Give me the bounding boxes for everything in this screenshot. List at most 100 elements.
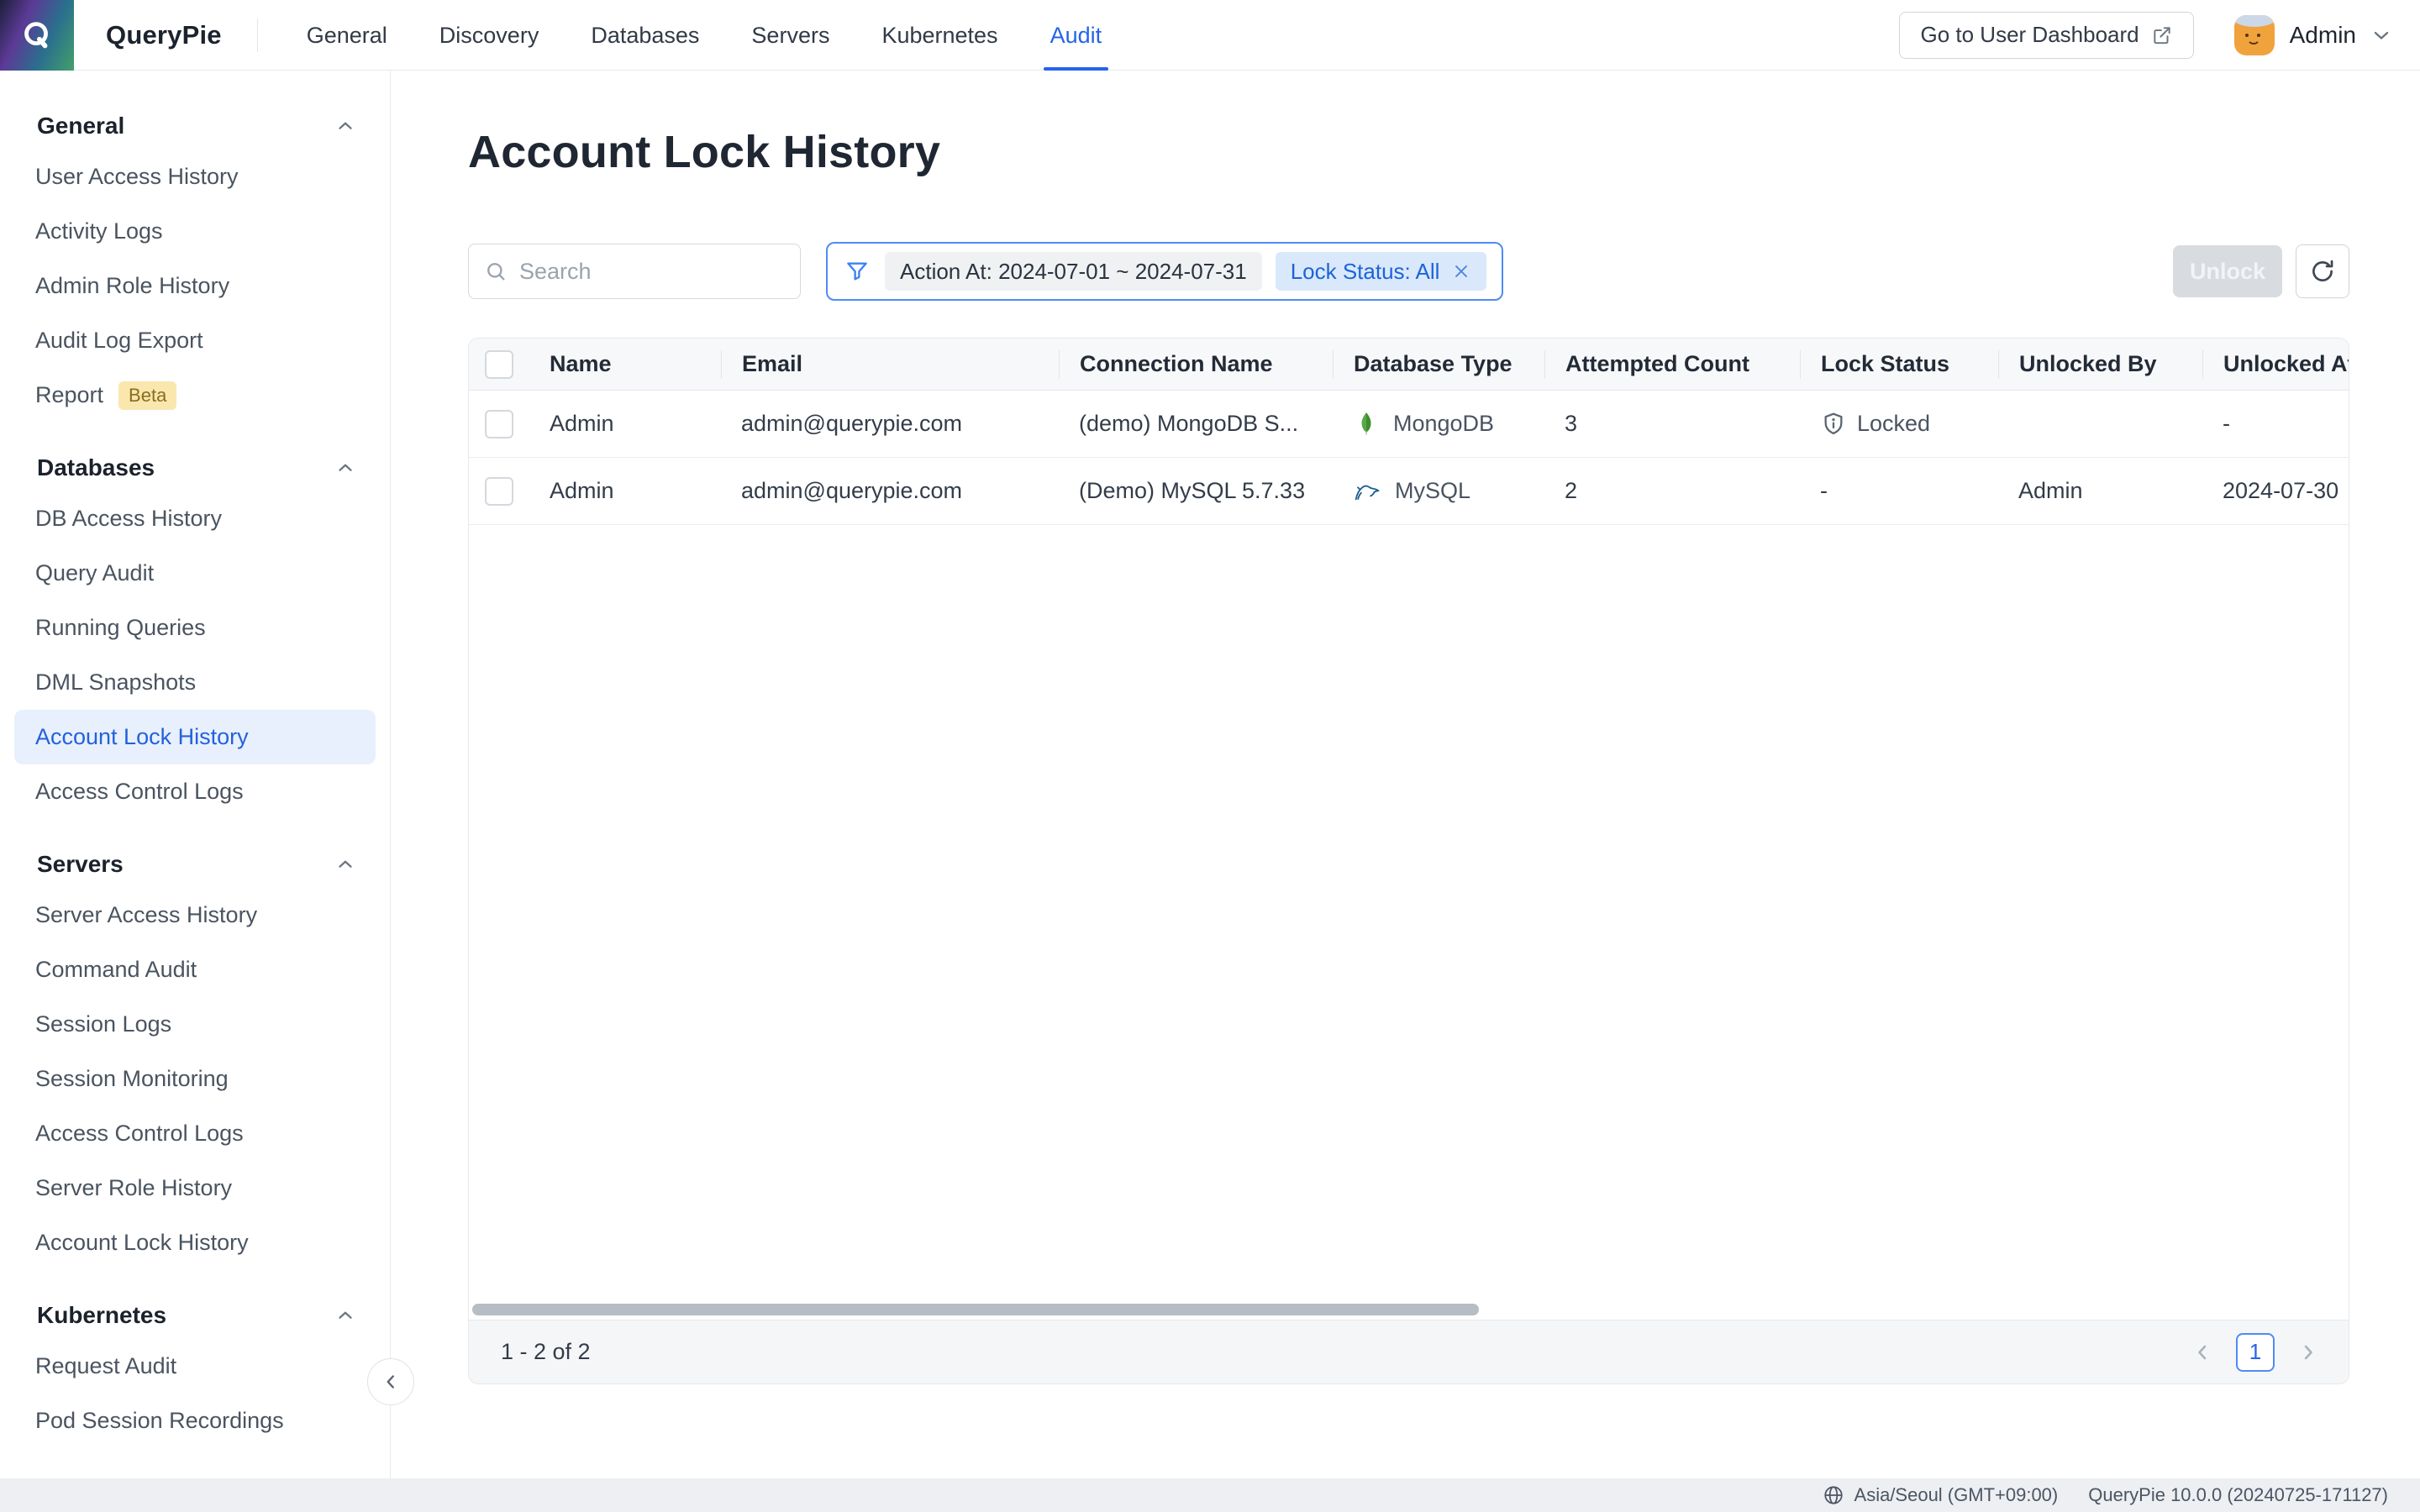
section-title: Kubernetes <box>37 1302 166 1329</box>
sidebar-item-request-audit[interactable]: Request Audit <box>14 1339 376 1394</box>
refresh-button[interactable] <box>2296 244 2349 298</box>
cell-connection-name: (Demo) MySQL 5.7.33 <box>1059 478 1333 504</box>
brand-title: QueryPie <box>106 20 222 50</box>
sidebar-item-server-role-history[interactable]: Server Role History <box>14 1161 376 1215</box>
mysql-icon <box>1353 477 1381 506</box>
table-empty-area <box>469 525 2349 1301</box>
sidebar-item-audit-log-export[interactable]: Audit Log Export <box>14 313 376 368</box>
sidebar-item-label: Session Monitoring <box>35 1066 229 1092</box>
prev-page-button[interactable] <box>2187 1337 2217 1368</box>
sidebar-item-pod-session-recordings[interactable]: Pod Session Recordings <box>14 1394 376 1448</box>
cell-attempted-count: 2 <box>1544 478 1800 504</box>
sidebar-item-label: DML Snapshots <box>35 669 196 696</box>
nav-tab-servers[interactable]: Servers <box>751 0 829 71</box>
user-name: Admin <box>2290 22 2356 49</box>
sidebar-item-report[interactable]: ReportBeta <box>14 368 376 423</box>
cell-lock-status: Locked <box>1800 411 1998 438</box>
sidebar-section-header-general[interactable]: General <box>0 102 390 150</box>
close-icon[interactable] <box>1451 261 1471 281</box>
sidebar-item-access-control-logs[interactable]: Access Control Logs <box>14 764 376 819</box>
chevron-up-icon <box>334 853 356 875</box>
chevron-up-icon <box>334 115 356 137</box>
filter-chip-1[interactable]: Lock Status: All <box>1276 252 1487 291</box>
search-box <box>468 244 801 299</box>
column-header-attempted-count: Attempted Count <box>1544 350 1800 379</box>
sidebar-item-label: User Access History <box>35 164 239 190</box>
sidebar-item-running-queries[interactable]: Running Queries <box>14 601 376 655</box>
unlock-button[interactable]: Unlock <box>2173 245 2282 297</box>
next-page-button[interactable] <box>2293 1337 2323 1368</box>
horizontal-scrollbar <box>469 1301 2349 1320</box>
sidebar-section-header-databases[interactable]: Databases <box>0 444 390 491</box>
sidebar-collapse-button[interactable] <box>367 1358 414 1405</box>
cell-name: Admin <box>529 411 721 437</box>
sidebar-section-general: General User Access History Activity Logs A… <box>0 102 390 423</box>
go-to-user-dashboard-label: Go to User Dashboard <box>1920 22 2139 48</box>
nav-tab-audit[interactable]: Audit <box>1050 0 1102 71</box>
sidebar-item-label: Session Logs <box>35 1011 171 1037</box>
cell-lock-status: - <box>1800 478 1998 504</box>
topbar-divider <box>257 18 258 52</box>
cell-email: admin@querypie.com <box>721 478 1059 504</box>
sidebar-item-admin-role-history[interactable]: Admin Role History <box>14 259 376 313</box>
section-title: Servers <box>37 851 124 878</box>
sidebar-section-header-kubernetes[interactable]: Kubernetes <box>0 1292 390 1339</box>
table-row[interactable]: Adminadmin@querypie.com(Demo) MySQL 5.7.… <box>469 458 2349 525</box>
nav-tab-discovery[interactable]: Discovery <box>439 0 539 71</box>
chevron-down-icon[interactable] <box>2370 24 2393 47</box>
section-title: Databases <box>37 454 155 481</box>
funnel-icon <box>844 259 870 284</box>
page-number-button[interactable]: 1 <box>2236 1333 2275 1372</box>
table-row[interactable]: Adminadmin@querypie.com(demo) MongoDB S.… <box>469 391 2349 458</box>
cell-database-type: MongoDB <box>1333 411 1544 438</box>
sidebar-item-server-access-history[interactable]: Server Access History <box>14 888 376 942</box>
column-header-name: Name <box>529 350 721 379</box>
table-footer: 1 - 2 of 2 1 <box>469 1320 2349 1383</box>
pagination: 1 <box>2187 1333 2323 1372</box>
search-input[interactable] <box>519 259 785 285</box>
row-checkbox[interactable] <box>485 477 513 506</box>
sidebar-item-account-lock-history[interactable]: Account Lock History <box>14 1215 376 1270</box>
select-all-checkbox[interactable] <box>485 350 513 379</box>
refresh-icon <box>2308 257 2337 286</box>
sidebar-section-servers: Servers Server Access History Command Audi… <box>0 841 390 1270</box>
row-range-label: 1 - 2 of 2 <box>501 1339 591 1365</box>
controls-row: Action At: 2024-07-01 ~ 2024-07-31 Lock S… <box>468 242 2349 301</box>
nav-tab-general[interactable]: General <box>307 0 387 71</box>
table-card: NameEmailConnection NameDatabase TypeAtt… <box>468 338 2349 1384</box>
column-header-email: Email <box>721 350 1059 379</box>
chevron-left-icon <box>380 1371 402 1393</box>
sidebar-item-label: Admin Role History <box>35 273 229 299</box>
sidebar-item-session-monitoring[interactable]: Session Monitoring <box>14 1052 376 1106</box>
sidebar-item-query-audit[interactable]: Query Audit <box>14 546 376 601</box>
cell-connection-name: (demo) MongoDB S... <box>1059 411 1333 437</box>
scrollbar-thumb[interactable] <box>472 1304 1479 1315</box>
sidebar-section-header-servers[interactable]: Servers <box>0 841 390 888</box>
nav-tab-kubernetes[interactable]: Kubernetes <box>881 0 997 71</box>
sidebar-item-db-access-history[interactable]: DB Access History <box>14 491 376 546</box>
row-checkbox[interactable] <box>485 410 513 438</box>
nav-tab-databases[interactable]: Databases <box>591 0 699 71</box>
status-bar: Asia/Seoul (GMT+09:00) QueryPie 10.0.0 (… <box>0 1478 2420 1512</box>
topbar-right: Go to User Dashboard Admin <box>1899 12 2420 59</box>
sidebar-item-activity-logs[interactable]: Activity Logs <box>14 204 376 259</box>
user-avatar[interactable] <box>2234 15 2275 55</box>
sidebar-item-account-lock-history[interactable]: Account Lock History <box>14 710 376 764</box>
sidebar-item-label: DB Access History <box>35 506 222 532</box>
sidebar-item-session-logs[interactable]: Session Logs <box>14 997 376 1052</box>
filter-chip-0[interactable]: Action At: 2024-07-01 ~ 2024-07-31 <box>885 252 1262 291</box>
sidebar-item-label: Server Role History <box>35 1175 232 1201</box>
column-header-database-type: Database Type <box>1333 350 1544 379</box>
sidebar-item-access-control-logs[interactable]: Access Control Logs <box>14 1106 376 1161</box>
filter-bar[interactable]: Action At: 2024-07-01 ~ 2024-07-31 Lock S… <box>826 242 1503 301</box>
column-header-connection-name: Connection Name <box>1059 350 1333 379</box>
sidebar-section-kubernetes: Kubernetes Request AuditPod Session Recor… <box>0 1292 390 1448</box>
sidebar-item-user-access-history[interactable]: User Access History <box>14 150 376 204</box>
go-to-user-dashboard-button[interactable]: Go to User Dashboard <box>1899 12 2193 59</box>
sidebar-item-label: Report <box>35 382 103 408</box>
timezone-label: Asia/Seoul (GMT+09:00) <box>1854 1484 2059 1506</box>
cell-attempted-count: 3 <box>1544 411 1800 437</box>
sidebar-item-label: Command Audit <box>35 957 197 983</box>
sidebar-item-command-audit[interactable]: Command Audit <box>14 942 376 997</box>
sidebar-item-dml-snapshots[interactable]: DML Snapshots <box>14 655 376 710</box>
